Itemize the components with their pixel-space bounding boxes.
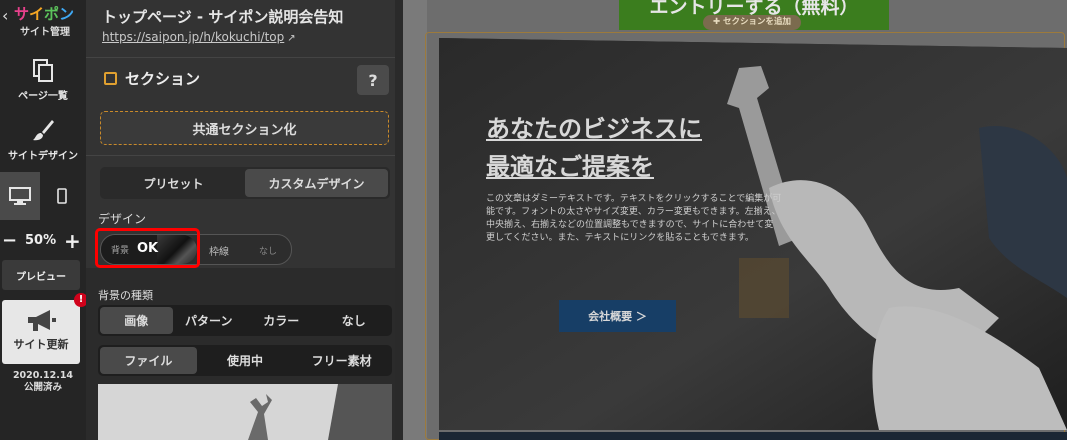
device-pc-toggle[interactable]	[0, 172, 40, 220]
page-url-link[interactable]: https://saipon.jp/h/kokuchi/top ↗	[102, 30, 296, 44]
publish-date: 2020.12.14	[12, 370, 74, 381]
add-section-button[interactable]: ✚ セクションを追加	[703, 15, 801, 30]
wrench-image	[98, 384, 392, 440]
tab-free-assets[interactable]: フリー素材	[293, 347, 390, 374]
smartphone-icon	[57, 188, 67, 204]
border-setting-button[interactable]: 枠線	[209, 243, 229, 258]
panel-scrollbar[interactable]	[395, 0, 403, 440]
zoom-control: − 50% +	[0, 229, 86, 253]
background-image-preview[interactable]	[98, 384, 392, 440]
pages-list-button[interactable]: ページ一覧	[0, 58, 86, 102]
preview-button[interactable]: プレビュー	[2, 260, 80, 290]
hero-title-line-2: 最適なご提案を	[486, 153, 654, 181]
left-rail: ‹ サイポン サイト管理 ページ一覧 サイトデザイン − 50% + プレビュー…	[0, 0, 88, 440]
device-mobile-toggle[interactable]	[42, 172, 82, 220]
site-admin-label: サイト管理	[20, 27, 70, 38]
company-overview-button[interactable]: 会社概要 ＞	[559, 300, 676, 332]
tab-color[interactable]: カラー	[245, 307, 318, 334]
tab-pattern[interactable]: パターン	[173, 307, 246, 334]
zoom-level: 50%	[25, 233, 57, 248]
page-url-text: https://saipon.jp/h/kokuchi/top	[102, 30, 285, 44]
tab-custom-design[interactable]: カスタムデザイン	[245, 169, 388, 197]
tab-image[interactable]: 画像	[100, 307, 173, 334]
hero-title-line-1: あなたのビジネスに	[486, 115, 702, 143]
site-update-label: サイト更新	[13, 338, 69, 351]
background-type-label: 背景の種類	[98, 289, 153, 302]
border-status: なし	[259, 247, 278, 257]
pages-list-label: ページ一覧	[18, 91, 68, 102]
section-title: セクション	[125, 70, 201, 88]
chevron-left-icon[interactable]: ‹	[2, 6, 8, 25]
hero-title[interactable]: あなたのビジネスに 最適なご提案を	[486, 110, 702, 186]
page-title: トップページ - サイポン説明会告知	[102, 8, 344, 26]
tab-preset[interactable]: プリセット	[102, 169, 245, 197]
tab-in-use[interactable]: 使用中	[197, 347, 294, 374]
site-admin-logo[interactable]: ‹ サイポン サイト管理	[0, 0, 86, 44]
site-update-button[interactable]: サイト更新	[2, 300, 80, 364]
site-design-label: サイトデザイン	[8, 151, 78, 162]
monitor-icon	[9, 187, 31, 205]
design-label: デザイン	[98, 212, 147, 226]
zoom-in-button[interactable]: +	[64, 229, 81, 253]
tab-file[interactable]: ファイル	[100, 347, 197, 374]
page-canvas: エントリーする（無料） あなたのビジネスに 最適なご提案を この文章はダミーテキ…	[403, 0, 1067, 440]
highlight-box	[95, 228, 200, 268]
app-root: ‹ サイポン サイト管理 ページ一覧 サイトデザイン − 50% + プレビュー…	[0, 0, 1067, 440]
common-section-button[interactable]: 共通セクション化	[100, 111, 389, 145]
section-square-icon	[104, 72, 117, 85]
section-settings-panel: トップページ - サイポン説明会告知 https://saipon.jp/h/k…	[86, 0, 403, 440]
external-link-icon: ↗	[287, 33, 296, 44]
site-design-button[interactable]: サイトデザイン	[0, 118, 86, 162]
section-heading: セクション	[104, 68, 200, 89]
pages-icon	[33, 59, 53, 82]
panel-divider	[86, 155, 403, 156]
zoom-out-button[interactable]: −	[2, 230, 17, 251]
hero-section[interactable]: あなたのビジネスに 最適なご提案を この文章はダミーテキストです。テキストをクリ…	[439, 38, 1067, 430]
paintbrush-icon	[33, 120, 54, 141]
canvas-gutter	[403, 0, 427, 440]
tab-none[interactable]: なし	[318, 307, 391, 334]
panel-divider	[86, 57, 403, 58]
saipon-logo: サイポン	[14, 5, 75, 23]
help-button[interactable]: ?	[357, 65, 389, 95]
publish-state: 公開済み	[23, 382, 62, 393]
image-source-tabs: ファイル 使用中 フリー素材	[98, 345, 392, 376]
publish-status: 2020.12.14 公開済み	[0, 370, 86, 394]
design-mode-tabs: プリセット カスタムデザイン	[100, 167, 390, 199]
next-section-edge	[439, 432, 1067, 440]
hero-body-text[interactable]: この文章はダミーテキストです。テキストをクリックすることで編集が可能です。フォン…	[486, 193, 782, 245]
megaphone-icon	[28, 310, 56, 331]
background-type-tabs: 画像 パターン カラー なし	[98, 305, 392, 336]
